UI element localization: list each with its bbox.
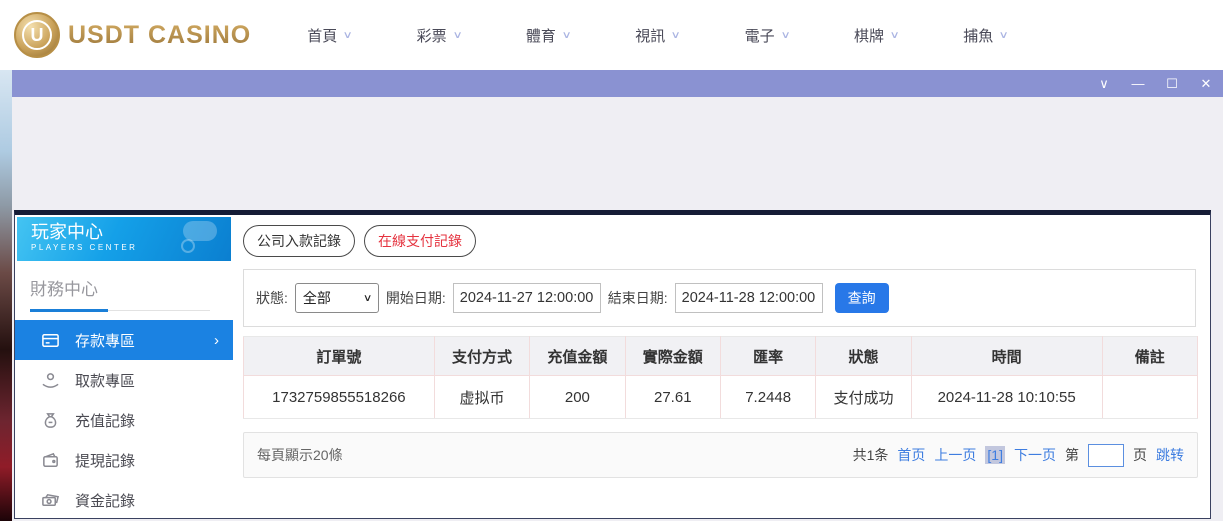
col-actual-amount: 實際金額: [625, 337, 720, 376]
withdraw-hand-icon: [40, 370, 60, 390]
chevron-down-icon: ∨: [343, 30, 353, 41]
col-time: 時間: [911, 337, 1102, 376]
jump-button[interactable]: 跳转: [1156, 445, 1184, 465]
window-body: 玩家中心 PLAYERS CENTER 財務中心 存款專區: [12, 97, 1223, 521]
sidebar-item-deposit-area[interactable]: 存款專區 ›: [15, 320, 233, 360]
start-date-label: 開始日期:: [386, 288, 446, 308]
site-header: U USDT CASINO 首頁 ∨ 彩票 ∨ 體育 ∨ 視訊 ∨ 電子: [0, 0, 1223, 70]
money-bag-icon: [40, 410, 60, 430]
wallet-icon: [40, 450, 60, 470]
chevron-down-icon: ∨: [780, 30, 790, 41]
window-minimize-button[interactable]: —: [1121, 70, 1155, 97]
payment-records-table: 訂單號 支付方式 充值金額 實際金額 匯率 狀態 時間 備註: [243, 336, 1198, 419]
player-center-panel: 玩家中心 PLAYERS CENTER 財務中心 存款專區: [14, 210, 1211, 519]
sidebar-item-recharge-records[interactable]: 充值記錄: [15, 400, 233, 440]
col-payment-method: 支付方式: [434, 337, 529, 376]
nav-item-slots[interactable]: 電子 ∨: [745, 25, 789, 46]
cell-exchange-rate: 7.2448: [720, 376, 815, 419]
nav-item-sports[interactable]: 體育 ∨: [526, 25, 570, 46]
first-page-link[interactable]: 首页: [897, 445, 925, 465]
player-center-window: ∨ — ☐ ✕ 玩家中心 PLAYERS CENTER 財務中心: [12, 70, 1223, 521]
window-dropdown-button[interactable]: ∨: [1087, 70, 1121, 97]
status-label: 狀態:: [256, 288, 288, 308]
page: U USDT CASINO 首頁 ∨ 彩票 ∨ 體育 ∨ 視訊 ∨ 電子: [0, 0, 1223, 521]
search-button[interactable]: 查詢: [835, 283, 889, 313]
nav-item-cards[interactable]: 棋牌 ∨: [854, 25, 898, 46]
page-jump-input[interactable]: [1088, 444, 1124, 467]
main-nav: 首頁 ∨ 彩票 ∨ 體育 ∨ 視訊 ∨ 電子 ∨ 棋牌 ∨: [307, 25, 1072, 46]
nav-item-fishing[interactable]: 捕魚 ∨: [963, 25, 1007, 46]
chevron-down-icon: ∨: [452, 30, 462, 41]
chevron-down-icon: ∨: [890, 30, 900, 41]
sidebar-item-withdrawal-records[interactable]: 提現記錄: [15, 440, 233, 480]
table-header-row: 訂單號 支付方式 充值金額 實際金額 匯率 狀態 時間 備註: [244, 337, 1198, 376]
main-content: 公司入款記錄 在線支付記錄 狀態: 全部 ∨ 開始日期: 結束日期: 查詢: [233, 215, 1210, 518]
chevron-down-icon: ∨: [999, 30, 1009, 41]
chevron-down-icon: ∨: [561, 30, 571, 41]
col-recharge-amount: 充值金額: [530, 337, 625, 376]
chevron-right-icon: ›: [214, 332, 219, 349]
sidebar: 玩家中心 PLAYERS CENTER 財務中心 存款專區: [15, 215, 233, 518]
banknotes-icon: [40, 490, 60, 510]
chevron-down-icon: ∨: [671, 30, 681, 41]
current-page[interactable]: [1]: [985, 446, 1005, 464]
col-exchange-rate: 匯率: [720, 337, 815, 376]
end-date-input[interactable]: [675, 283, 823, 313]
gamepad-icon: [183, 221, 217, 241]
window-titlebar: ∨ — ☐ ✕: [12, 70, 1223, 97]
cell-order-no: 1732759855518266: [244, 376, 435, 419]
record-tabs: 公司入款記錄 在線支付記錄: [243, 225, 1196, 257]
nav-item-video[interactable]: 視訊 ∨: [635, 25, 679, 46]
cell-remark: [1102, 376, 1197, 419]
deposit-card-icon: [40, 330, 60, 350]
nav-item-lottery[interactable]: 彩票 ∨: [417, 25, 461, 46]
chevron-down-icon: ∨: [362, 293, 372, 304]
col-order-no: 訂單號: [244, 337, 435, 376]
section-underline: [30, 309, 210, 312]
status-select[interactable]: 全部 ∨: [295, 283, 379, 313]
next-page-link[interactable]: 下一页: [1014, 445, 1056, 465]
tab-online-payment-records[interactable]: 在線支付記錄: [364, 225, 476, 257]
col-remark: 備註: [1102, 337, 1197, 376]
end-date-label: 結束日期:: [608, 288, 668, 308]
logo-text: USDT CASINO: [68, 21, 251, 50]
sidebar-section-title: 財務中心: [15, 261, 233, 300]
per-page-label: 每頁顯示20條: [257, 445, 343, 465]
col-status: 狀態: [816, 337, 911, 376]
sidebar-item-withdraw-area[interactable]: 取款專區: [15, 360, 233, 400]
logo-coin-icon: U: [14, 12, 60, 58]
sidebar-item-fund-records[interactable]: 資金記錄: [15, 480, 233, 520]
start-date-input[interactable]: [453, 283, 601, 313]
cell-actual-amount: 27.61: [625, 376, 720, 419]
nav-item-home[interactable]: 首頁 ∨: [307, 25, 351, 46]
table-row: 1732759855518266 虚拟币 200 27.61 7.2448 支付…: [244, 376, 1198, 419]
total-count: 共1条: [853, 445, 889, 465]
filter-bar: 狀態: 全部 ∨ 開始日期: 結束日期: 查詢: [243, 269, 1196, 327]
cell-payment-method: 虚拟币: [434, 376, 529, 419]
jump-suffix-label: 页: [1133, 445, 1147, 465]
pager: 共1条 首页 上一页 [1] 下一页 第 页 跳转: [853, 444, 1184, 467]
window-maximize-button[interactable]: ☐: [1155, 70, 1189, 97]
gamepad-icon: [181, 239, 195, 253]
prev-page-link[interactable]: 上一页: [934, 445, 976, 465]
pagination-bar: 每頁顯示20條 共1条 首页 上一页 [1] 下一页 第 页 跳转: [243, 432, 1198, 478]
window-close-button[interactable]: ✕: [1189, 70, 1223, 97]
cell-time: 2024-11-28 10:10:55: [911, 376, 1102, 419]
tab-company-deposit-records[interactable]: 公司入款記錄: [243, 225, 355, 257]
background-image-strip: [0, 70, 12, 521]
cell-recharge-amount: 200: [530, 376, 625, 419]
sidebar-header: 玩家中心 PLAYERS CENTER: [17, 217, 231, 261]
site-logo[interactable]: U USDT CASINO: [14, 12, 251, 58]
jump-prefix-label: 第: [1065, 445, 1079, 465]
sidebar-subtitle: PLAYERS CENTER: [31, 243, 231, 252]
cell-status: 支付成功: [816, 376, 911, 419]
